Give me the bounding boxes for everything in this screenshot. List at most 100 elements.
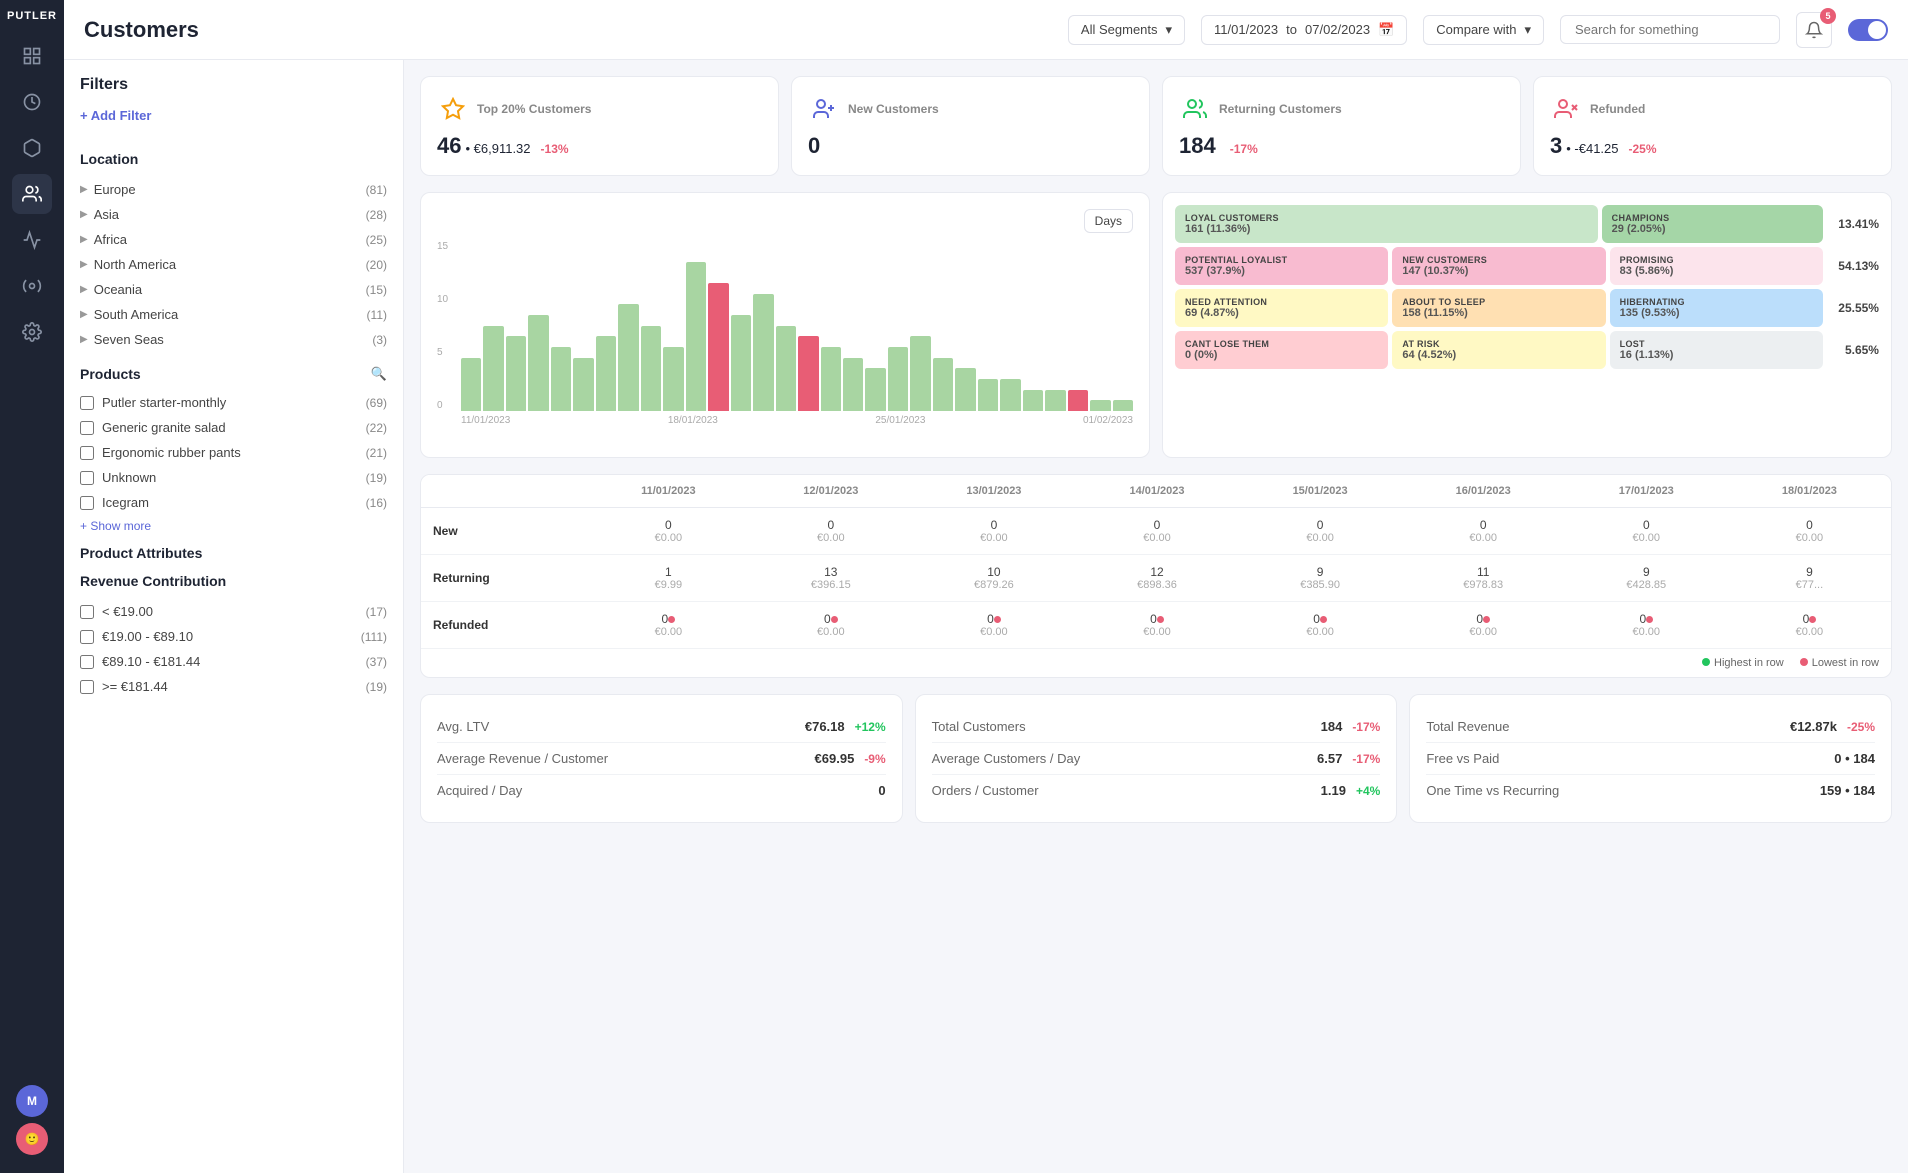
segment-cell[interactable]: AT RISK 64 (4.52%)	[1392, 331, 1605, 369]
chart-bar[interactable]	[753, 294, 773, 411]
date-from: 11/01/2023	[1214, 22, 1278, 37]
chart-bar[interactable]	[1045, 390, 1065, 411]
product-name: Unknown	[102, 470, 156, 485]
product-checkbox[interactable]	[80, 396, 94, 410]
chart-bar[interactable]	[955, 368, 975, 411]
chart-bar[interactable]	[528, 315, 548, 411]
chart-bar[interactable]	[573, 358, 593, 411]
segment-name: CANT LOSE THEM	[1185, 339, 1378, 349]
stats-row: Avg. LTV €76.18+12% Average Revenue / Cu…	[420, 694, 1892, 823]
table-header: 13/01/2023	[912, 475, 1075, 508]
chart-bar[interactable]	[1113, 400, 1133, 411]
kpi-card-header: Top 20% Customers	[437, 93, 762, 125]
table-cell: 0€0.00	[1565, 602, 1728, 649]
segment-cell[interactable]: POTENTIAL LOYALIST 537 (37.9%)	[1175, 247, 1388, 285]
compare-selector[interactable]: Compare with ▾	[1423, 15, 1544, 45]
show-more-button[interactable]: + Show more	[80, 519, 387, 533]
location-item[interactable]: ▶Seven Seas(3)	[80, 327, 387, 352]
add-filter-button[interactable]: + Add Filter	[80, 108, 151, 123]
location-item[interactable]: ▶Europe(81)	[80, 177, 387, 202]
sidebar-icon-dashboard[interactable]	[12, 36, 52, 76]
x-label: 18/01/2023	[668, 415, 718, 426]
location-count: (25)	[366, 233, 387, 247]
notification-button[interactable]: 5	[1796, 12, 1832, 48]
expand-icon: ▶	[80, 334, 88, 345]
chart-bar[interactable]	[843, 358, 863, 411]
chart-bar[interactable]	[888, 347, 908, 411]
revenue-checkbox[interactable]	[80, 680, 94, 694]
stats-value: 6.57-17%	[1317, 751, 1380, 766]
segment-cell[interactable]: HIBERNATING 135 (9.53%)	[1610, 289, 1823, 327]
chart-bar[interactable]	[798, 336, 818, 411]
product-checkbox[interactable]	[80, 496, 94, 510]
search-input[interactable]	[1560, 15, 1780, 44]
chart-bar[interactable]	[663, 347, 683, 411]
sidebar-icon-integrations[interactable]	[12, 266, 52, 306]
table-header: 17/01/2023	[1565, 475, 1728, 508]
segment-cell[interactable]: NEED ATTENTION 69 (4.87%)	[1175, 289, 1388, 327]
chart-bar[interactable]	[731, 315, 751, 411]
chart-bar[interactable]	[1090, 400, 1110, 411]
chart-bar[interactable]	[618, 304, 638, 411]
chart-bar[interactable]	[1000, 379, 1020, 411]
location-item[interactable]: ▶Africa(25)	[80, 227, 387, 252]
segment-row: NEED ATTENTION 69 (4.87%) ABOUT TO SLEEP…	[1175, 289, 1879, 327]
chart-bar[interactable]	[910, 336, 930, 411]
cell-sub: €0.00	[599, 532, 737, 544]
stats-item: Avg. LTV €76.18+12%	[437, 711, 886, 743]
chart-bar[interactable]	[596, 336, 616, 411]
sidebar-icon-reports[interactable]	[12, 220, 52, 260]
product-checkbox[interactable]	[80, 421, 94, 435]
chart-bar[interactable]	[506, 336, 526, 411]
kpi-card: Returning Customers 184 -17%	[1162, 76, 1521, 176]
table-header: 14/01/2023	[1075, 475, 1238, 508]
revenue-checkbox[interactable]	[80, 605, 94, 619]
chart-bar[interactable]	[686, 262, 706, 411]
cell-value: 9	[1643, 565, 1650, 579]
y-label: 0	[437, 400, 448, 411]
segment-cell[interactable]: NEW CUSTOMERS 147 (10.37%)	[1392, 247, 1605, 285]
sidebar-icon-revenue[interactable]	[12, 82, 52, 122]
segment-selector[interactable]: All Segments ▾	[1068, 15, 1185, 45]
sidebar-icon-box[interactable]	[12, 128, 52, 168]
chart-bar[interactable]	[865, 368, 885, 411]
chart-bar[interactable]	[933, 358, 953, 411]
chart-bar[interactable]	[1023, 390, 1043, 411]
chart-bar[interactable]	[641, 326, 661, 411]
location-item[interactable]: ▶Asia(28)	[80, 202, 387, 227]
revenue-checkbox[interactable]	[80, 655, 94, 669]
products-search-icon[interactable]: 🔍	[371, 366, 387, 382]
kpi-icon	[1550, 93, 1582, 125]
chart-bar[interactable]	[821, 347, 841, 411]
chart-bar[interactable]	[1068, 390, 1088, 411]
chart-bar[interactable]	[461, 358, 481, 411]
product-checkbox[interactable]	[80, 471, 94, 485]
sidebar-icon-settings[interactable]	[12, 312, 52, 352]
sidebar-icon-customers[interactable]	[12, 174, 52, 214]
location-item[interactable]: ▶South America(11)	[80, 302, 387, 327]
days-button[interactable]: Days	[1084, 209, 1133, 233]
location-item[interactable]: ▶Oceania(15)	[80, 277, 387, 302]
kpi-card-header: New Customers	[808, 93, 1133, 125]
cell-value: 0	[827, 518, 834, 532]
user-avatar-m[interactable]: M	[16, 1085, 48, 1117]
chart-bar[interactable]	[776, 326, 796, 411]
theme-toggle[interactable]	[1848, 19, 1888, 41]
segment-cell[interactable]: LOST 16 (1.13%)	[1610, 331, 1823, 369]
chart-bar[interactable]	[978, 379, 998, 411]
product-checkbox[interactable]	[80, 446, 94, 460]
location-item[interactable]: ▶North America(20)	[80, 252, 387, 277]
segment-cell[interactable]: CHAMPIONS 29 (2.05%)	[1602, 205, 1823, 243]
segment-cell[interactable]: CANT LOSE THEM 0 (0%)	[1175, 331, 1388, 369]
segment-cell[interactable]: PROMISING 83 (5.86%)	[1610, 247, 1823, 285]
table-legend: Highest in rowLowest in row	[421, 649, 1891, 677]
date-range-selector[interactable]: 11/01/2023 to 07/02/2023 📅	[1201, 15, 1407, 45]
segment-cell[interactable]: LOYAL CUSTOMERS 161 (11.36%)	[1175, 205, 1598, 243]
table-scroll[interactable]: 11/01/202312/01/202313/01/202314/01/2023…	[421, 475, 1891, 649]
stats-item: Acquired / Day 0	[437, 775, 886, 806]
revenue-checkbox[interactable]	[80, 630, 94, 644]
chart-bar[interactable]	[708, 283, 728, 411]
segment-cell[interactable]: ABOUT TO SLEEP 158 (11.15%)	[1392, 289, 1605, 327]
chart-bar[interactable]	[483, 326, 503, 411]
chart-bar[interactable]	[551, 347, 571, 411]
